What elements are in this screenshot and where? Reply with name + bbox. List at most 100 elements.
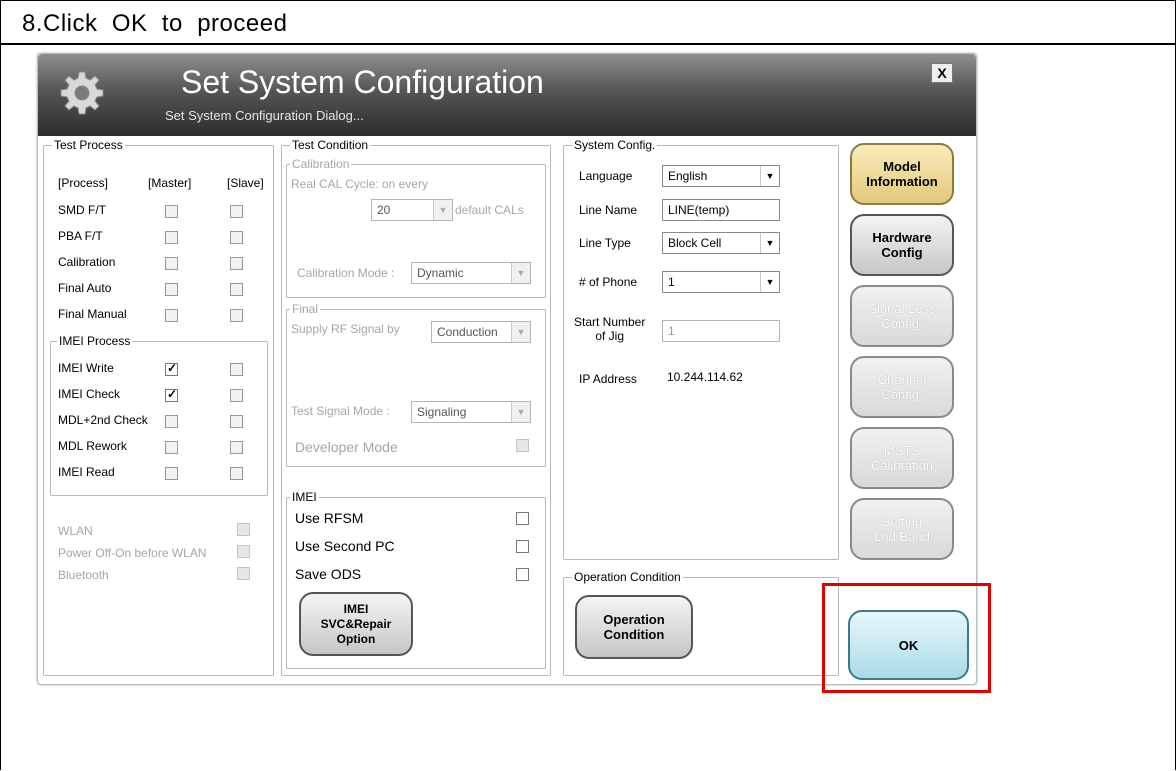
operation-condition-legend: Operation Condition [572,570,683,584]
master-checkbox[interactable] [165,309,178,322]
imei-svc-repair-button[interactable]: IMEI SVC&Repair Option [299,592,413,656]
master-checkbox[interactable] [165,283,178,296]
default-cals-label: default CALs [455,203,524,217]
system-config-legend: System Config. [572,138,658,152]
language-combo[interactable]: English ▼ [662,165,780,187]
line-name-input[interactable]: LINE(temp) [662,199,780,221]
highlight-box [822,583,991,693]
master-checkbox[interactable] [165,387,178,402]
final-legend: Final [290,302,321,316]
use-rfsm-label: Use RFSM [295,510,364,526]
supply-rf-combo[interactable]: Conduction ▼ [431,321,531,343]
cal-mode-combo[interactable]: Dynamic ▼ [411,262,531,284]
slave-checkbox[interactable] [230,283,243,296]
imei-row-label: IMEI Write [58,361,114,375]
cal-mode-label: Calibration Mode : [297,266,395,280]
signal-mode-label: Test Signal Mode : [291,404,390,418]
imei-process-legend: IMEI Process [57,334,133,348]
final-group: Final Supply RF Signal by Conduction ▼ T… [286,302,546,467]
slave-checkbox[interactable] [230,467,243,480]
ip-address-label: IP Address [579,372,637,386]
master-checkbox[interactable] [165,257,178,270]
master-checkbox[interactable] [165,361,178,376]
step-title: 8.Click OK to proceed [22,10,288,37]
dialog-titlebar: Set System Configuration Set System Conf… [38,54,976,136]
slave-checkbox[interactable] [230,231,243,244]
language-label: Language [579,169,633,183]
master-checkbox[interactable] [165,231,178,244]
master-checkbox[interactable] [165,205,178,218]
phone-count-combo[interactable]: 1 ▼ [662,271,780,293]
master-checkbox[interactable] [165,441,178,454]
slave-checkbox[interactable] [230,205,243,218]
process-row-label: Calibration [58,255,116,269]
save-ods-label: Save ODS [295,566,362,582]
imei-row-label: IMEI Check [58,387,121,401]
signal-mode-value: Signaling [417,405,467,419]
wlan-checkbox[interactable] [237,523,250,536]
line-name-value: LINE(temp) [668,203,730,217]
imei-row-label: MDL Rework [58,439,127,453]
supply-rf-value: Conduction [437,325,498,339]
phone-count-value: 1 [668,275,675,289]
imei-row-label: MDL+2nd Check [58,413,148,427]
test-condition-group: Test Condition Calibration Real CAL Cycl… [281,138,551,676]
header-divider [0,43,1176,45]
power-off-on-checkbox[interactable] [237,545,250,558]
test-condition-legend: Test Condition [290,138,371,152]
master-checkbox[interactable] [165,467,178,480]
line-name-label: Line Name [579,203,638,217]
col-slave: [Slave] [227,176,264,190]
slave-checkbox[interactable] [230,363,243,376]
test-process-legend: Test Process [52,138,125,152]
slave-checkbox[interactable] [230,389,243,402]
signal-mode-combo[interactable]: Signaling ▼ [411,401,531,423]
language-value: English [668,169,708,183]
setting-band-button[interactable]: Setting Lnd Band [850,498,954,560]
process-row-label: Final Auto [58,281,112,295]
save-ods-checkbox[interactable] [516,568,529,581]
imei-process-group: IMEI Process IMEI Write IMEI Check MDL+2… [50,334,268,496]
slave-checkbox[interactable] [230,415,243,428]
cal-count-combo[interactable]: 20 ▼ [371,199,453,221]
operation-condition-button[interactable]: Operation Condition [575,595,693,659]
slave-checkbox[interactable] [230,309,243,322]
col-master: [Master] [148,176,192,190]
use-rfsm-checkbox[interactable] [516,512,529,525]
msts-calibration-button[interactable]: MSTS Calibration [850,427,954,489]
process-row-label: Final Manual [58,307,127,321]
calibration-group: Calibration Real CAL Cycle: on every 20 … [286,157,546,298]
start-number-input[interactable]: 1 [662,320,780,342]
col-process: [Process] [58,176,109,190]
use-second-pc-label: Use Second PC [295,538,395,554]
master-checkbox[interactable] [165,415,178,428]
bluetooth-checkbox[interactable] [237,567,250,580]
power-off-on-label: Power Off-On before WLAN [58,546,207,560]
use-second-pc-checkbox[interactable] [516,540,529,553]
chevron-down-icon: ▼ [511,322,530,342]
channel-config-button[interactable]: Channel Config. [850,356,954,418]
model-information-button[interactable]: Model Information [850,143,954,205]
imei-group: IMEI Use RFSM Use Second PC Save ODS IME… [286,490,546,669]
process-row-label: PBA F/T [58,229,103,243]
close-button[interactable]: X [931,63,953,83]
line-type-value: Block Cell [668,236,722,250]
line-type-combo[interactable]: Block Cell ▼ [662,232,780,254]
real-cal-label: Real CAL Cycle: on every [291,177,428,191]
developer-mode-checkbox[interactable] [516,439,529,452]
start-number-label: Start Number of Jig [574,315,646,343]
test-process-group: Test Process [Process] [Master] [Slave] … [43,138,274,676]
bluetooth-label: Bluetooth [58,568,109,582]
chevron-down-icon: ▼ [511,402,530,422]
signal-loss-config-button[interactable]: Signal Loss Config. [850,285,954,347]
slave-checkbox[interactable] [230,441,243,454]
cal-mode-value: Dynamic [417,266,464,280]
hardware-config-button[interactable]: Hardware Config [850,214,954,276]
dialog-subtitle: Set System Configuration Dialog... [165,108,364,123]
chevron-down-icon: ▼ [760,233,779,253]
gear-icon [60,71,104,115]
slave-checkbox[interactable] [230,257,243,270]
process-row-label: SMD F/T [58,203,106,217]
wlan-label: WLAN [58,524,93,538]
phone-count-label: # of Phone [579,275,638,289]
